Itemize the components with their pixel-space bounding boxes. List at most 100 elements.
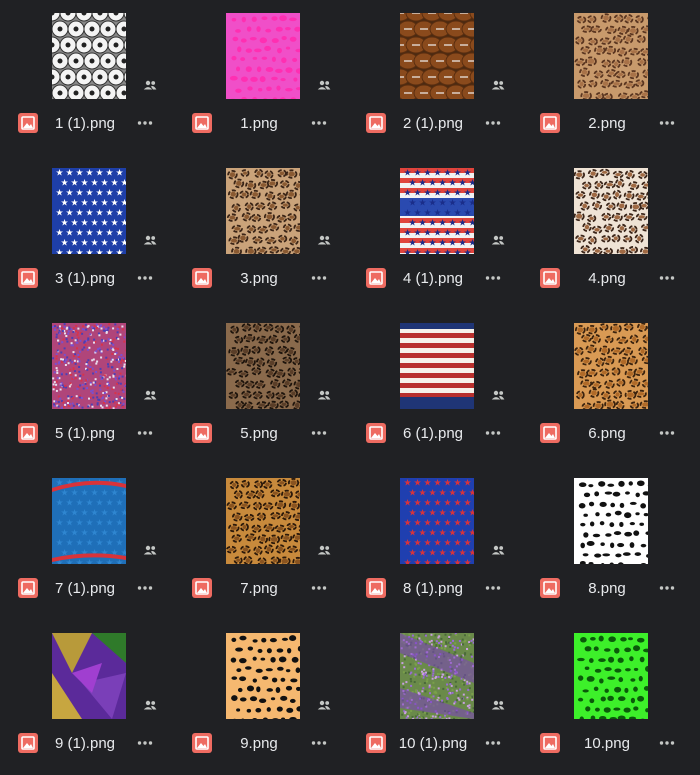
file-thumbnail[interactable] bbox=[226, 13, 300, 99]
svg-text:★: ★ bbox=[70, 239, 78, 249]
svg-text:★: ★ bbox=[100, 199, 108, 209]
svg-text:★: ★ bbox=[433, 209, 441, 219]
file-item[interactable]: 8.png bbox=[522, 465, 697, 620]
file-thumbnail[interactable] bbox=[574, 633, 648, 719]
file-thumbnail[interactable] bbox=[400, 633, 474, 719]
file-thumbnail[interactable] bbox=[574, 13, 648, 99]
svg-text:★: ★ bbox=[448, 529, 456, 539]
svg-text:★: ★ bbox=[120, 509, 126, 519]
svg-text:★: ★ bbox=[120, 199, 126, 209]
file-item[interactable]: ★★★★★★★★★★★★★★★★★★★★★★★★★★★★★★★★★★★★★★★★… bbox=[0, 155, 175, 310]
file-thumbnail[interactable] bbox=[574, 168, 648, 254]
file-thumbnail[interactable] bbox=[226, 633, 300, 719]
more-options-icon[interactable] bbox=[310, 578, 328, 598]
svg-text:★: ★ bbox=[55, 189, 63, 199]
shared-people-icon bbox=[491, 80, 505, 90]
svg-text:★: ★ bbox=[115, 189, 123, 199]
svg-text:★: ★ bbox=[90, 529, 98, 539]
file-item[interactable]: ★★★★★★★★★★★★★★★★★★★★★★★★★★★★★★★★★★★★★★★★… bbox=[348, 155, 523, 310]
file-item[interactable]: 3.png bbox=[174, 155, 349, 310]
image-file-icon bbox=[18, 578, 38, 598]
svg-text:★: ★ bbox=[75, 249, 83, 255]
svg-text:★: ★ bbox=[453, 539, 461, 549]
svg-text:★: ★ bbox=[468, 179, 474, 189]
file-item[interactable]: ★★★★★★★★★★★★★★★★★★★★★★★★★★★★★★★★★★★★★★★★… bbox=[348, 465, 523, 620]
file-thumbnail[interactable] bbox=[52, 13, 126, 99]
svg-text:★: ★ bbox=[413, 189, 421, 199]
more-options-icon[interactable] bbox=[136, 268, 154, 288]
image-file-icon bbox=[192, 423, 212, 443]
image-file-icon bbox=[192, 113, 212, 133]
svg-text:★: ★ bbox=[433, 249, 441, 255]
svg-text:★: ★ bbox=[413, 169, 421, 179]
more-options-icon[interactable] bbox=[484, 578, 502, 598]
svg-text:★: ★ bbox=[403, 539, 411, 549]
file-thumbnail[interactable] bbox=[400, 323, 474, 409]
file-item[interactable]: 6 (1).png bbox=[348, 310, 523, 465]
file-item[interactable]: 2 (1).png bbox=[348, 0, 523, 155]
file-thumbnail[interactable]: ★★★★★★★★★★★★★★★★★★★★★★★★★★★★★★★★★★★★★★★★… bbox=[400, 168, 474, 254]
more-options-icon[interactable] bbox=[136, 733, 154, 753]
svg-text:★: ★ bbox=[428, 199, 436, 209]
svg-text:★: ★ bbox=[125, 249, 126, 255]
file-thumbnail[interactable] bbox=[226, 168, 300, 254]
more-options-icon[interactable] bbox=[136, 423, 154, 443]
file-item[interactable]: 5.png bbox=[174, 310, 349, 465]
svg-text:★: ★ bbox=[75, 519, 83, 529]
file-thumbnail[interactable] bbox=[400, 13, 474, 99]
file-item[interactable]: 10 (1).png bbox=[348, 620, 523, 775]
more-options-icon[interactable] bbox=[310, 423, 328, 443]
file-item[interactable]: 6.png bbox=[522, 310, 697, 465]
more-options-icon[interactable] bbox=[484, 733, 502, 753]
svg-text:★: ★ bbox=[433, 479, 441, 489]
file-item[interactable]: 10.png bbox=[522, 620, 697, 775]
svg-text:★: ★ bbox=[95, 559, 103, 565]
file-item[interactable]: ★★★★★★★★★★★★★★★★★★★★★★★★★★★★★★★★★★★★★★★★… bbox=[0, 465, 175, 620]
file-item[interactable]: 9 (1).png bbox=[0, 620, 175, 775]
more-options-icon[interactable] bbox=[310, 733, 328, 753]
more-options-icon[interactable] bbox=[484, 268, 502, 288]
svg-text:★: ★ bbox=[438, 219, 446, 229]
file-item[interactable]: 5 (1).png bbox=[0, 310, 175, 465]
file-name: 9 (1).png bbox=[40, 734, 130, 754]
more-options-icon[interactable] bbox=[310, 268, 328, 288]
more-options-icon[interactable] bbox=[658, 733, 676, 753]
svg-text:★: ★ bbox=[85, 169, 93, 179]
svg-text:★: ★ bbox=[95, 169, 103, 179]
file-item[interactable]: 1 (1).png bbox=[0, 0, 175, 155]
file-item[interactable]: 7.png bbox=[174, 465, 349, 620]
svg-text:★: ★ bbox=[443, 519, 451, 529]
more-options-icon[interactable] bbox=[484, 113, 502, 133]
file-thumbnail[interactable] bbox=[574, 323, 648, 409]
file-thumbnail[interactable] bbox=[52, 633, 126, 719]
more-options-icon[interactable] bbox=[136, 113, 154, 133]
file-item[interactable]: 4.png bbox=[522, 155, 697, 310]
file-thumbnail[interactable]: ★★★★★★★★★★★★★★★★★★★★★★★★★★★★★★★★★★★★★★★★… bbox=[52, 168, 126, 254]
svg-text:★: ★ bbox=[90, 509, 98, 519]
svg-text:★: ★ bbox=[443, 189, 451, 199]
more-options-icon[interactable] bbox=[136, 578, 154, 598]
svg-text:★: ★ bbox=[423, 209, 431, 219]
more-options-icon[interactable] bbox=[658, 113, 676, 133]
file-thumbnail[interactable]: ★★★★★★★★★★★★★★★★★★★★★★★★★★★★★★★★★★★★★★★★… bbox=[52, 478, 126, 564]
file-thumbnail[interactable]: ★★★★★★★★★★★★★★★★★★★★★★★★★★★★★★★★★★★★★★★★… bbox=[400, 478, 474, 564]
svg-text:★: ★ bbox=[408, 199, 416, 209]
more-options-icon[interactable] bbox=[310, 113, 328, 133]
svg-text:★: ★ bbox=[115, 519, 123, 529]
file-item[interactable]: 2.png bbox=[522, 0, 697, 155]
file-thumbnail[interactable] bbox=[226, 323, 300, 409]
svg-text:★: ★ bbox=[468, 549, 474, 559]
file-thumbnail[interactable] bbox=[52, 323, 126, 409]
more-options-icon[interactable] bbox=[658, 578, 676, 598]
more-options-icon[interactable] bbox=[484, 423, 502, 443]
more-options-icon[interactable] bbox=[658, 423, 676, 443]
svg-text:★: ★ bbox=[85, 209, 93, 219]
file-item[interactable]: 9.png bbox=[174, 620, 349, 775]
svg-text:★: ★ bbox=[115, 169, 123, 179]
svg-text:★: ★ bbox=[468, 239, 474, 249]
file-thumbnail[interactable] bbox=[574, 478, 648, 564]
file-thumbnail[interactable] bbox=[226, 478, 300, 564]
file-item[interactable]: 1.png bbox=[174, 0, 349, 155]
svg-text:★: ★ bbox=[408, 239, 416, 249]
more-options-icon[interactable] bbox=[658, 268, 676, 288]
